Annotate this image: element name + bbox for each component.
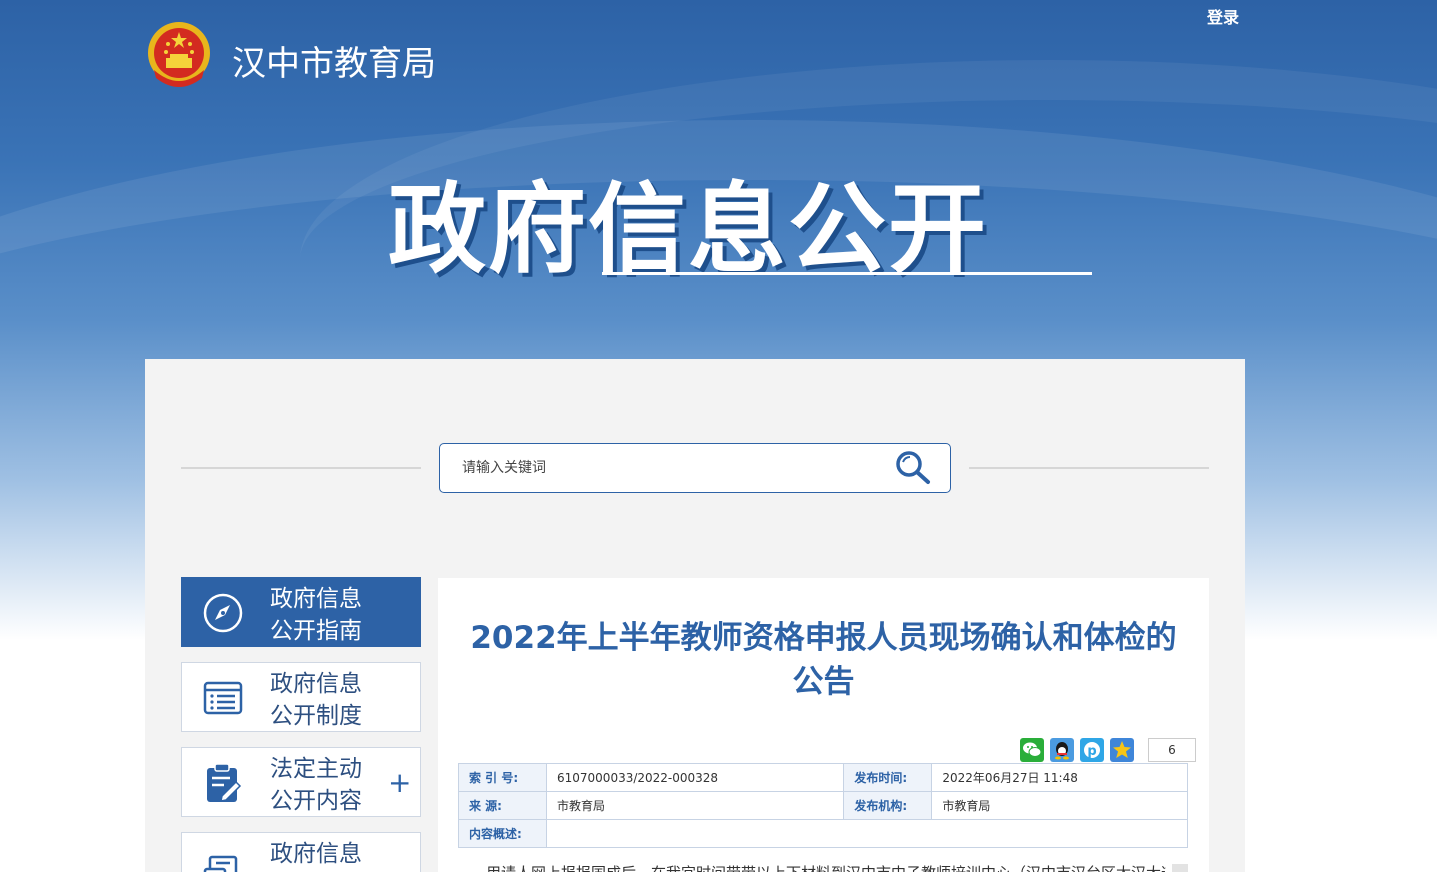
qzone-icon[interactable]: p — [1080, 738, 1104, 762]
share-count: 6 — [1148, 738, 1196, 762]
sidebar-item-disclosure-guide[interactable]: 政府信息 公开指南 — [181, 577, 421, 647]
meta-label: 发布机构: — [843, 791, 933, 820]
sidebar-item-label: 政府信息 公开指南 — [270, 586, 362, 644]
divider — [969, 467, 1209, 469]
article-body-text: 用请人网上报报国成后，在我宜时间带带以上下材料到汉中市中子教师培训中心（汉中市汉… — [486, 862, 1166, 872]
meta-value: 市教育局 — [931, 791, 1188, 820]
meta-label: 来 源: — [458, 791, 547, 820]
sidebar-item-statutory-content[interactable]: 法定主动 公开内容 + — [181, 747, 421, 817]
page-title: 政府信息公开 — [388, 173, 989, 287]
title-underline — [602, 272, 1092, 275]
sidebar-item-disclosure-info[interactable]: 政府信息 — [181, 832, 421, 872]
document-stack-icon — [203, 855, 238, 872]
meta-value: 2022年06月27日 11:48 — [931, 763, 1188, 792]
meta-label: 发布时间: — [843, 763, 933, 792]
article-meta-table: 索 引 号: 6107000033/2022-000328 发布时间: 2022… — [458, 763, 1188, 848]
svg-text:p: p — [1087, 744, 1096, 759]
wechat-icon[interactable] — [1020, 738, 1044, 762]
compass-icon — [203, 593, 243, 633]
list-document-icon — [203, 681, 243, 715]
qq-icon[interactable] — [1050, 738, 1074, 762]
article-title: 2022年上半年教师资格申报人员现场确认和体检的公告 — [470, 620, 1177, 700]
search-icon[interactable] — [893, 449, 933, 487]
meta-value: 市教育局 — [545, 791, 845, 820]
meta-value — [546, 819, 1188, 848]
meta-label: 内容概述: — [458, 819, 547, 848]
divider — [181, 467, 421, 469]
weibo-icon[interactable] — [1110, 738, 1134, 762]
meta-value: 6107000033/2022-000328 — [545, 763, 845, 792]
login-link[interactable]: 登录 — [1207, 4, 1239, 28]
scrollbar[interactable] — [1172, 864, 1188, 872]
table-row: 内容概述: — [458, 819, 1188, 848]
meta-label: 索 引 号: — [458, 763, 547, 792]
table-row: 索 引 号: 6107000033/2022-000328 发布时间: 2022… — [458, 763, 1188, 792]
sidebar-item-disclosure-system[interactable]: 政府信息 公开制度 — [181, 662, 421, 732]
table-row: 来 源: 市教育局 发布机构: 市教育局 — [458, 791, 1188, 820]
expand-plus-icon[interactable]: + — [388, 766, 411, 799]
article-panel: 2022年上半年教师资格申报人员现场确认和体检的公告 p 6 索 引 号: 61… — [438, 578, 1209, 872]
site-name: 汉中市教育局 — [232, 44, 436, 84]
sidebar-item-label: 政府信息 公开制度 — [270, 671, 362, 729]
sidebar-item-label: 法定主动 公开内容 — [270, 756, 362, 814]
search-bar — [439, 443, 951, 493]
search-input[interactable] — [462, 457, 882, 479]
sidebar-item-label: 政府信息 — [270, 841, 362, 867]
national-emblem-icon — [148, 22, 210, 87]
clipboard-edit-icon — [207, 763, 242, 802]
